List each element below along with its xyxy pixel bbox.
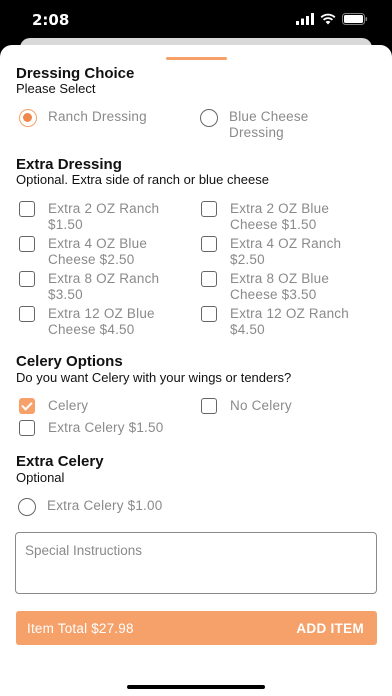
add-item-label: ADD ITEM xyxy=(296,620,364,636)
option-label: Extra Celery $1.00 xyxy=(47,498,163,513)
wifi-icon xyxy=(320,13,336,25)
checkbox-icon[interactable] xyxy=(201,271,217,287)
add-item-button[interactable]: Item Total $27.98 ADD ITEM xyxy=(16,611,377,645)
battery-icon xyxy=(342,13,368,25)
option-label: Extra 2 OZ Ranch $1.50 xyxy=(48,201,160,232)
checkbox-extra-12oz-blue-cheese[interactable]: Extra 12 OZ Blue Cheese $4.50 xyxy=(19,306,173,337)
option-label: Celery xyxy=(48,398,89,413)
checkbox-no-celery[interactable]: No Celery xyxy=(201,398,360,414)
celery-options-subtitle: Do you want Celery with your wings or te… xyxy=(16,370,292,385)
option-label: Extra Celery $1.50 xyxy=(48,420,164,435)
option-label: Blue Cheese Dressing xyxy=(229,109,309,140)
checkbox-icon[interactable] xyxy=(19,420,35,436)
checkbox-icon[interactable] xyxy=(201,306,217,322)
checkbox-extra-4oz-ranch[interactable]: Extra 4 OZ Ranch $2.50 xyxy=(201,236,355,267)
checkbox-icon[interactable] xyxy=(19,271,35,287)
signal-icon xyxy=(296,13,314,25)
checkbox-extra-4oz-blue-cheese[interactable]: Extra 4 OZ Blue Cheese $2.50 xyxy=(19,236,173,267)
checkbox-extra-8oz-ranch[interactable]: Extra 8 OZ Ranch $3.50 xyxy=(19,271,173,302)
radio-extra-celery[interactable]: Extra Celery $1.00 xyxy=(18,498,207,516)
extra-dressing-subtitle: Optional. Extra side of ranch or blue ch… xyxy=(16,172,269,187)
celery-options-title: Celery Options xyxy=(16,353,123,370)
option-label: Extra 4 OZ Blue Cheese $2.50 xyxy=(48,236,148,267)
radio-blue-cheese-dressing[interactable]: Blue Cheese Dressing xyxy=(200,109,329,140)
status-icons xyxy=(296,13,368,25)
checkbox-extra-8oz-blue-cheese[interactable]: Extra 8 OZ Blue Cheese $3.50 xyxy=(201,271,355,302)
extra-dressing-title: Extra Dressing xyxy=(16,156,122,173)
radio-icon[interactable] xyxy=(18,498,36,516)
checkbox-extra-12oz-ranch[interactable]: Extra 12 OZ Ranch $4.50 xyxy=(201,306,365,337)
checkbox-icon[interactable] xyxy=(201,236,217,252)
checkbox-icon[interactable] xyxy=(201,201,217,217)
status-bar: 2:08 xyxy=(0,0,392,40)
dressing-choice-subtitle: Please Select xyxy=(16,81,96,96)
option-label: Extra 4 OZ Ranch $2.50 xyxy=(230,236,342,267)
option-label: Extra 2 OZ Blue Cheese $1.50 xyxy=(230,201,330,232)
special-instructions-field[interactable] xyxy=(15,532,377,594)
checkbox-icon[interactable] xyxy=(19,201,35,217)
option-label: Extra 8 OZ Ranch $3.50 xyxy=(48,271,160,302)
radio-icon[interactable] xyxy=(200,109,218,127)
option-label: No Celery xyxy=(230,398,292,413)
checkbox-icon[interactable] xyxy=(19,236,35,252)
checkbox-checked-icon[interactable] xyxy=(19,398,35,414)
checkbox-icon[interactable] xyxy=(201,398,217,414)
home-indicator xyxy=(127,685,265,689)
checkbox-extra-2oz-ranch[interactable]: Extra 2 OZ Ranch $1.50 xyxy=(19,201,173,232)
option-label: Extra 12 OZ Blue Cheese $4.50 xyxy=(48,306,155,337)
extra-celery-subtitle: Optional xyxy=(16,470,65,485)
option-label: Extra 12 OZ Ranch $4.50 xyxy=(230,306,349,337)
checkbox-extra-celery[interactable]: Extra Celery $1.50 xyxy=(19,420,208,436)
checkbox-celery[interactable]: Celery xyxy=(19,398,178,414)
option-label: Extra 8 OZ Blue Cheese $3.50 xyxy=(230,271,330,302)
checkbox-extra-2oz-blue-cheese[interactable]: Extra 2 OZ Blue Cheese $1.50 xyxy=(201,201,355,232)
sheet-grabber[interactable] xyxy=(166,57,227,60)
radio-ranch-dressing[interactable]: Ranch Dressing xyxy=(19,109,178,127)
status-time: 2:08 xyxy=(32,11,70,29)
option-label: Ranch Dressing xyxy=(48,109,147,124)
item-total: Item Total $27.98 xyxy=(27,620,134,636)
radio-selected-icon[interactable] xyxy=(19,109,37,127)
extra-celery-title: Extra Celery xyxy=(16,453,104,470)
dressing-choice-title: Dressing Choice xyxy=(16,65,135,82)
checkbox-icon[interactable] xyxy=(19,306,35,322)
